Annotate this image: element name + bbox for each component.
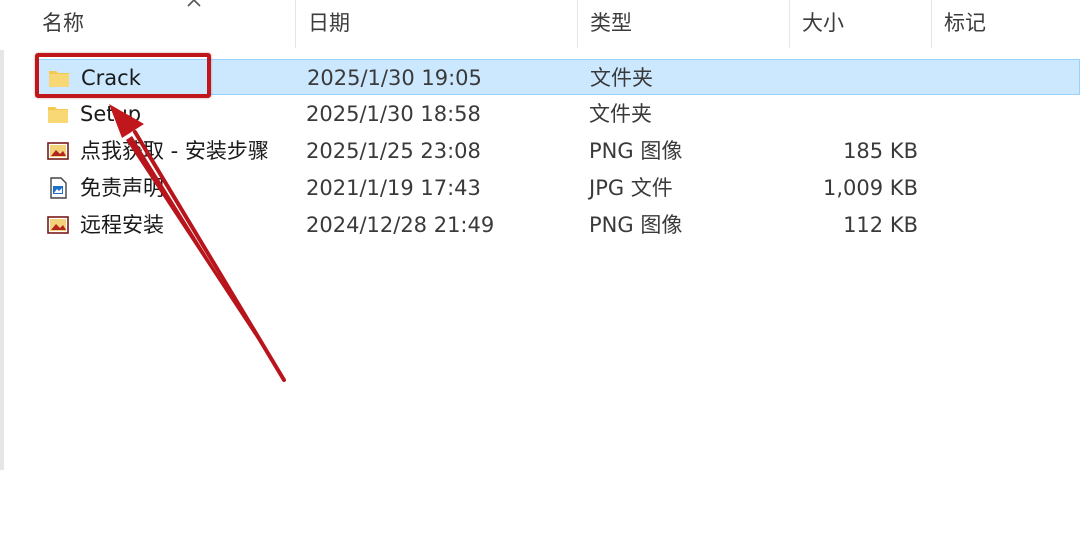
file-type: 文件夹	[589, 102, 652, 126]
file-size: 185 KB	[843, 139, 918, 163]
file-row-remote-install[interactable]: 远程安装 2024/12/28 21:49 PNG 图像 112 KB	[36, 207, 1080, 243]
file-name: 点我获取 - 安装步骤	[80, 139, 269, 163]
file-date: 2024/12/28 21:49	[306, 213, 495, 237]
file-name: Setup	[80, 102, 142, 126]
column-header-bar: 名称 日期 类型 大小 标记	[0, 0, 1080, 50]
file-row-setup[interactable]: Setup 2025/1/30 18:58 文件夹	[36, 96, 1080, 132]
column-header-name-label: 名称	[42, 11, 84, 35]
file-explorer-view: 名称 日期 类型 大小 标记 Crack 2025/1/30 19:05 文件夹…	[0, 0, 1080, 540]
png-image-icon	[47, 142, 69, 160]
folder-icon	[48, 107, 68, 123]
file-type: 文件夹	[590, 66, 653, 90]
file-row-disclaimer[interactable]: 免责声明 2021/1/19 17:43 JPG 文件 1,009 KB	[36, 170, 1080, 206]
column-header-size[interactable]: 大小	[790, 0, 932, 48]
file-type: PNG 图像	[589, 213, 683, 237]
column-header-type[interactable]: 类型	[578, 0, 790, 48]
file-type: JPG 文件	[589, 176, 673, 200]
column-header-name[interactable]: 名称	[30, 0, 296, 48]
file-size: 1,009 KB	[823, 176, 918, 200]
sort-ascending-icon	[187, 0, 201, 7]
left-pane-edge	[0, 0, 4, 470]
column-header-tags[interactable]: 标记	[932, 0, 1080, 48]
column-header-date[interactable]: 日期	[296, 0, 578, 48]
column-header-date-label: 日期	[308, 11, 350, 35]
column-header-size-label: 大小	[802, 11, 844, 35]
file-type: PNG 图像	[589, 139, 683, 163]
file-date: 2025/1/30 18:58	[306, 102, 481, 126]
file-size: 112 KB	[843, 213, 918, 237]
file-date: 2021/1/19 17:43	[306, 176, 481, 200]
png-image-icon	[47, 216, 69, 234]
column-header-tags-label: 标记	[944, 11, 986, 35]
file-date: 2025/1/25 23:08	[306, 139, 481, 163]
file-name: 远程安装	[80, 213, 164, 237]
annotation-highlight-box	[35, 53, 211, 98]
column-header-type-label: 类型	[590, 11, 632, 35]
file-date: 2025/1/30 19:05	[307, 66, 482, 90]
file-row-install-steps[interactable]: 点我获取 - 安装步骤 2025/1/25 23:08 PNG 图像 185 K…	[36, 133, 1080, 169]
file-name: 免责声明	[80, 176, 164, 200]
jpg-file-icon	[50, 177, 67, 199]
